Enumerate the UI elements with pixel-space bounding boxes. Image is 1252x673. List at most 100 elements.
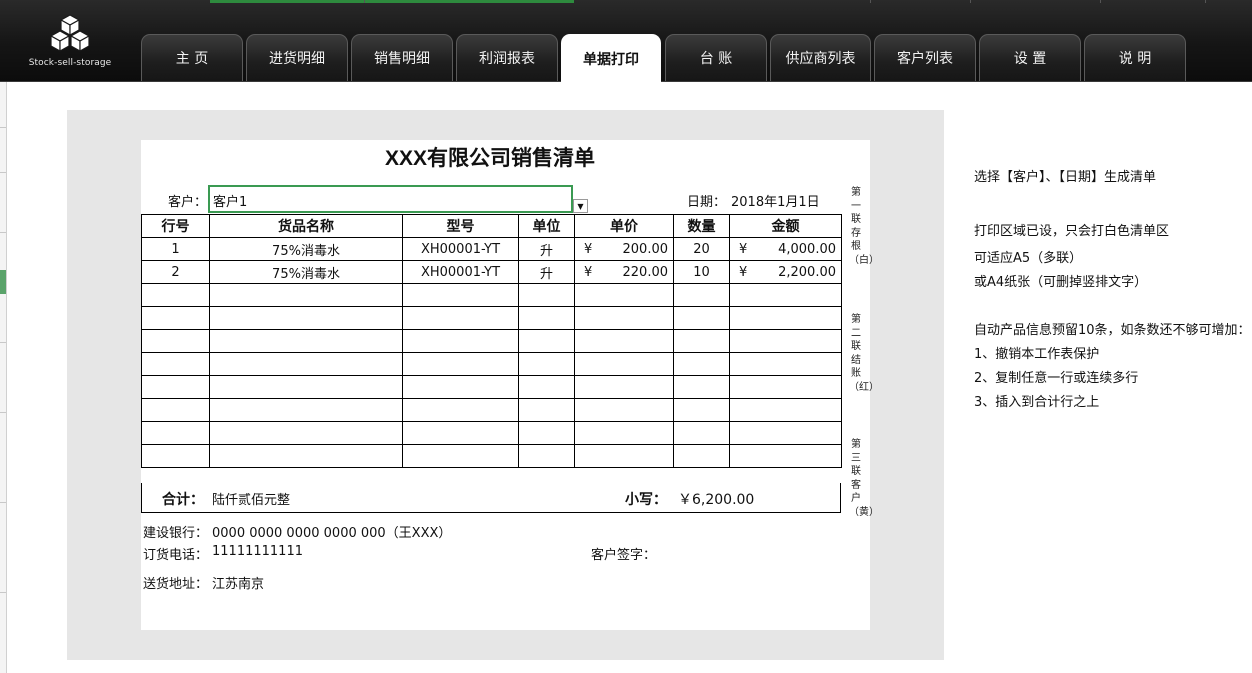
empty-cell[interactable] xyxy=(729,375,842,399)
empty-cell[interactable] xyxy=(209,283,403,307)
empty-cell[interactable] xyxy=(141,398,210,422)
empty-cell[interactable] xyxy=(518,398,575,422)
row-divider xyxy=(0,232,6,233)
empty-cell[interactable] xyxy=(209,375,403,399)
row-divider xyxy=(0,412,6,413)
empty-cell[interactable] xyxy=(673,352,730,376)
tab-purchase-details[interactable]: 进货明细 xyxy=(246,34,348,81)
empty-cell[interactable] xyxy=(141,352,210,376)
cell-unit[interactable]: 升 xyxy=(518,260,575,284)
empty-cell[interactable] xyxy=(673,375,730,399)
tab-settings[interactable]: 设 置 xyxy=(979,34,1081,81)
empty-cell[interactable] xyxy=(209,444,403,468)
empty-table-row xyxy=(141,283,842,307)
empty-cell[interactable] xyxy=(518,329,575,353)
empty-cell[interactable] xyxy=(729,306,842,330)
cell-quantity[interactable]: 10 xyxy=(673,260,730,284)
tab-document-print[interactable]: 单据打印 xyxy=(561,34,661,82)
empty-cell[interactable] xyxy=(574,352,674,376)
empty-cell[interactable] xyxy=(673,398,730,422)
empty-cell[interactable] xyxy=(402,352,519,376)
empty-cell[interactable] xyxy=(518,352,575,376)
empty-cell[interactable] xyxy=(402,398,519,422)
empty-cell[interactable] xyxy=(141,375,210,399)
empty-cell[interactable] xyxy=(574,283,674,307)
empty-cell[interactable] xyxy=(729,283,842,307)
empty-cell[interactable] xyxy=(209,329,403,353)
empty-cell[interactable] xyxy=(209,421,403,445)
header-row-no: 行号 xyxy=(141,214,210,238)
empty-cell[interactable] xyxy=(729,352,842,376)
cell-quantity[interactable]: 20 xyxy=(673,237,730,261)
side-copy-1: 第一联存根（白） xyxy=(849,187,879,266)
cell-unit-price[interactable]: ¥220.00 xyxy=(574,260,674,284)
tab-sales-details[interactable]: 销售明细 xyxy=(351,34,453,81)
cell-unit[interactable]: 升 xyxy=(518,237,575,261)
empty-table-row xyxy=(141,306,842,330)
empty-cell[interactable] xyxy=(729,329,842,353)
tab-customer-list[interactable]: 客户列表 xyxy=(874,34,976,81)
empty-cell[interactable] xyxy=(574,421,674,445)
empty-table-row xyxy=(141,444,842,468)
cell-unit-price[interactable]: ¥200.00 xyxy=(574,237,674,261)
empty-cell[interactable] xyxy=(518,375,575,399)
note-line: 选择【客户】、【日期】生成清单 xyxy=(974,170,1157,185)
empty-cell[interactable] xyxy=(402,421,519,445)
cell-amount[interactable]: ¥2,200.00 xyxy=(729,260,842,284)
empty-cell[interactable] xyxy=(209,306,403,330)
empty-cell[interactable] xyxy=(574,375,674,399)
dropdown-arrow-button[interactable]: ▼ xyxy=(573,199,588,213)
cell-row-no[interactable]: 2 xyxy=(141,260,210,284)
empty-cell[interactable] xyxy=(141,421,210,445)
empty-cell[interactable] xyxy=(141,329,210,353)
empty-cell[interactable] xyxy=(402,444,519,468)
tab-help[interactable]: 说 明 xyxy=(1084,34,1186,81)
cell-item-name[interactable]: 75%消毒水 xyxy=(209,237,403,261)
empty-cell[interactable] xyxy=(673,421,730,445)
tab-profit-report[interactable]: 利润报表 xyxy=(456,34,558,81)
customer-select[interactable]: 客户1 xyxy=(208,185,573,213)
tab-home[interactable]: 主 页 xyxy=(141,34,243,81)
empty-cell[interactable] xyxy=(673,283,730,307)
note-line: 1、撤销本工作表保护 xyxy=(974,347,1100,362)
tab-ledger[interactable]: 台 账 xyxy=(665,34,767,81)
bank-value: 0000 0000 0000 0000 000（王XXX） xyxy=(212,526,452,541)
empty-cell[interactable] xyxy=(209,352,403,376)
empty-cell[interactable] xyxy=(141,283,210,307)
empty-cell[interactable] xyxy=(673,329,730,353)
empty-cell[interactable] xyxy=(402,329,519,353)
cell-model[interactable]: XH00001-YT xyxy=(402,260,519,284)
empty-cell[interactable] xyxy=(518,421,575,445)
empty-cell[interactable] xyxy=(518,444,575,468)
empty-cell[interactable] xyxy=(673,444,730,468)
cell-amount[interactable]: ¥4,000.00 xyxy=(729,237,842,261)
row-divider xyxy=(0,172,6,173)
empty-cell[interactable] xyxy=(141,306,210,330)
cell-model[interactable]: XH00001-YT xyxy=(402,237,519,261)
empty-cell[interactable] xyxy=(729,421,842,445)
empty-cell[interactable] xyxy=(141,444,210,468)
empty-cell[interactable] xyxy=(402,375,519,399)
note-line: 可适应A5（多联） xyxy=(974,251,1083,266)
empty-cell[interactable] xyxy=(574,306,674,330)
empty-cell[interactable] xyxy=(402,283,519,307)
empty-table-row xyxy=(141,421,842,445)
amount-value: 2,200.00 xyxy=(778,264,836,280)
tab-supplier-list[interactable]: 供应商列表 xyxy=(770,34,871,81)
empty-cell[interactable] xyxy=(729,444,842,468)
empty-cell[interactable] xyxy=(574,329,674,353)
empty-cell[interactable] xyxy=(574,398,674,422)
empty-cell[interactable] xyxy=(209,398,403,422)
empty-cell[interactable] xyxy=(574,444,674,468)
empty-cell[interactable] xyxy=(518,306,575,330)
amount-figures-value: ￥6,200.00 xyxy=(678,492,755,508)
empty-cell[interactable] xyxy=(673,306,730,330)
gridline xyxy=(970,0,971,3)
cell-row-no[interactable]: 1 xyxy=(141,237,210,261)
empty-cell[interactable] xyxy=(518,283,575,307)
empty-cell[interactable] xyxy=(729,398,842,422)
empty-cell[interactable] xyxy=(402,306,519,330)
date-value[interactable]: 2018年1月1日 xyxy=(731,191,820,210)
logo-text: Stock-sell-storage xyxy=(28,58,112,68)
cell-item-name[interactable]: 75%消毒水 xyxy=(209,260,403,284)
